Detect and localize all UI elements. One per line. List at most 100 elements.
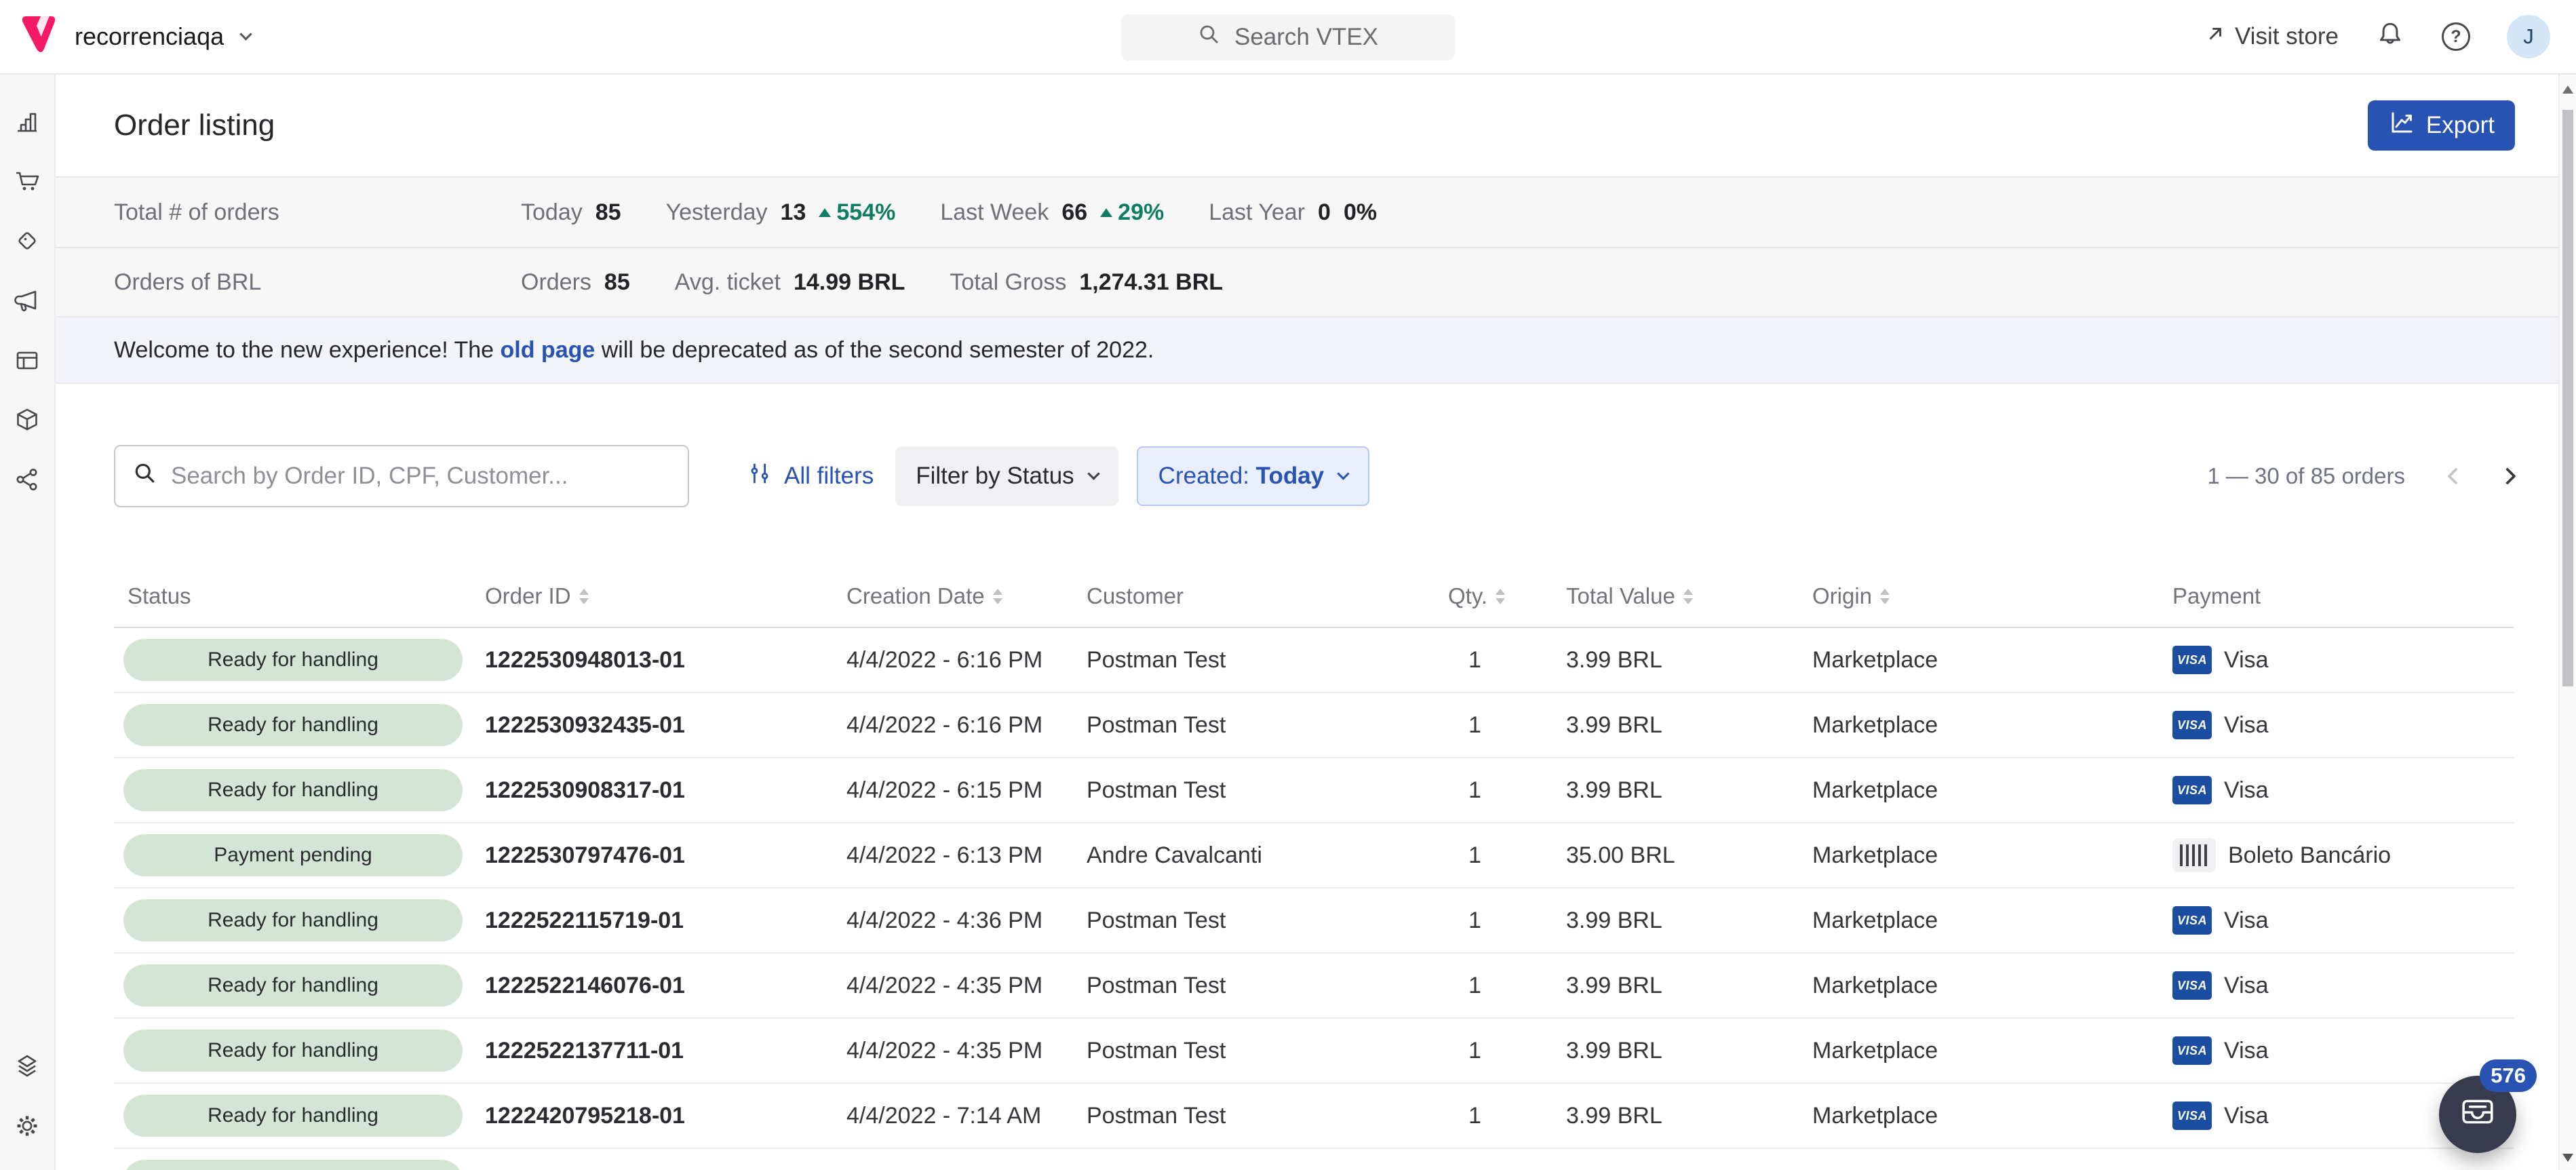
sidebar-item-cart[interactable] <box>13 167 41 195</box>
table-row[interactable]: Ready for handling 1222420795218-01 4/4/… <box>114 1084 2514 1149</box>
previous-page-button[interactable] <box>2447 467 2464 484</box>
stat-metric: Last Year 0 0% <box>1209 199 1377 226</box>
payment-cell: VISA Visa <box>2166 906 2514 935</box>
stat-metric: Avg. ticket 14.99 BRL <box>675 269 905 296</box>
table-row[interactable]: Payment pending 1222530797476-01 4/4/202… <box>114 823 2514 889</box>
payment-label: Visa <box>2224 712 2269 739</box>
total-value-cell: 3.99 BRL <box>1559 1038 1806 1064</box>
creation-date-cell: 4/4/2022 - 4:35 PM <box>840 973 1080 999</box>
stats-row-label: Orders of BRL <box>56 269 521 296</box>
customer-cell: Andre Cavalcanti <box>1080 842 1441 869</box>
order-id-cell: 1222522137711-01 <box>478 1038 840 1064</box>
column-header[interactable]: Order ID <box>478 583 840 609</box>
table-row[interactable]: Ready for handling 1222522115719-01 4/4/… <box>114 889 2514 954</box>
origin-cell: Marketplace <box>1806 908 2166 934</box>
page-title: Order listing <box>114 109 275 142</box>
share-icon <box>13 465 41 494</box>
table-row[interactable]: Ready for handling 1222522137711-01 4/4/… <box>114 1019 2514 1084</box>
megaphone-icon <box>13 286 41 315</box>
table-row[interactable]: Ready for handling 1222522146076-01 4/4/… <box>114 954 2514 1019</box>
global-search[interactable]: Search VTEX <box>1121 14 1455 60</box>
order-id-cell: 1222530797476-01 <box>478 842 840 869</box>
sidebar-item-layout[interactable] <box>13 346 41 374</box>
payment-cell: VISA Visa <box>2166 776 2514 804</box>
table-row[interactable]: Ready for handling 1222530908317-01 4/4/… <box>114 758 2514 823</box>
sidebar-item-share[interactable] <box>13 465 41 494</box>
sidebar-item-layers[interactable] <box>13 1052 41 1080</box>
status-cell: Ready for handling <box>114 1095 478 1137</box>
total-value-cell: 3.99 BRL <box>1559 973 1806 999</box>
creation-date-cell: 4/4/2022 - 6:13 PM <box>840 842 1080 869</box>
status-badge <box>123 1160 463 1170</box>
all-filters-button[interactable]: All filters <box>746 460 874 493</box>
main-content: Order listing Export Total # of orders T… <box>56 75 2576 1170</box>
payment-label: Visa <box>2224 908 2269 934</box>
filter-by-status-chip[interactable]: Filter by Status <box>895 446 1118 506</box>
sidebar-item-bar-chart[interactable] <box>13 107 41 136</box>
vertical-scrollbar[interactable] <box>2558 75 2576 1170</box>
created-filter-chip[interactable]: Created: Today <box>1137 446 1369 506</box>
sidebar-item-box[interactable] <box>13 406 41 434</box>
order-id-cell: 1222522115719-01 <box>478 908 840 934</box>
qty-cell: 1 <box>1441 712 1559 739</box>
qty-cell: 1 <box>1441 908 1559 934</box>
orders-table: Status Order ID Creation Date Customer Q… <box>114 566 2514 1170</box>
status-cell: Ready for handling <box>114 1030 478 1072</box>
barcode-icon <box>2172 838 2216 872</box>
order-search-input[interactable] <box>171 463 673 490</box>
column-header[interactable]: Total Value <box>1559 583 1806 609</box>
payment-cell: VISA Visa <box>2166 971 2514 1000</box>
column-header[interactable]: Qty. <box>1441 583 1559 609</box>
table-row[interactable]: Ready for handling 1222530932435-01 4/4/… <box>114 693 2514 758</box>
column-header[interactable]: Payment <box>2166 583 2514 609</box>
account-switcher[interactable]: recorrenciaqa <box>0 14 250 60</box>
payment-label: Visa <box>2224 647 2269 674</box>
payment-label: Visa <box>2224 973 2269 999</box>
stats-row-label: Total # of orders <box>56 199 521 226</box>
export-button[interactable]: Export <box>2368 100 2515 151</box>
column-header[interactable]: Creation Date <box>840 583 1080 609</box>
customer-cell: Postman Test <box>1080 777 1441 804</box>
scroll-down-arrow-icon[interactable] <box>2562 1154 2573 1162</box>
stats-panel: Total # of orders Today 85 Yesterday 13 … <box>56 176 2576 317</box>
column-header[interactable]: Status <box>114 583 478 609</box>
visa-icon: VISA <box>2172 906 2212 935</box>
avatar[interactable]: J <box>2507 15 2550 58</box>
gear-icon <box>13 1112 41 1140</box>
stat-metric: Yesterday 13 554% <box>666 199 896 226</box>
origin-cell: Marketplace <box>1806 1103 2166 1129</box>
delta-badge: 554% <box>819 199 895 226</box>
column-header[interactable]: Customer <box>1080 583 1441 609</box>
bar-chart-icon <box>13 107 41 136</box>
sidebar-item-settings[interactable] <box>13 1112 41 1140</box>
status-badge: Ready for handling <box>123 964 463 1007</box>
triangle-up-icon <box>1100 208 1112 217</box>
status-badge: Ready for handling <box>123 769 463 811</box>
qty-cell: 1 <box>1441 1038 1559 1064</box>
inbox-fab-button[interactable]: 576 <box>2439 1076 2516 1153</box>
scroll-up-arrow-icon[interactable] <box>2562 85 2573 94</box>
notifications-bell-icon[interactable] <box>2375 19 2405 55</box>
qty-cell: 1 <box>1441 842 1559 869</box>
layers-icon <box>13 1052 41 1080</box>
old-page-link[interactable]: old page <box>501 337 596 363</box>
fab-count-badge: 576 <box>2480 1059 2537 1092</box>
stat-metric: Total Gross 1,274.31 BRL <box>950 269 1223 296</box>
visa-icon: VISA <box>2172 1101 2212 1130</box>
table-row-partial[interactable] <box>114 1149 2514 1170</box>
column-header[interactable]: Origin <box>1806 583 2166 609</box>
status-cell: Ready for handling <box>114 899 478 941</box>
qty-cell: 1 <box>1441 777 1559 804</box>
stat-metric: Orders 85 <box>521 269 630 296</box>
order-id-cell: 1222420795218-01 <box>478 1103 840 1129</box>
sidebar-item-megaphone[interactable] <box>13 286 41 315</box>
status-badge: Ready for handling <box>123 704 463 746</box>
table-row[interactable]: Ready for handling 1222530948013-01 4/4/… <box>114 628 2514 693</box>
payment-cell: VISA Visa <box>2166 1036 2514 1065</box>
help-icon[interactable]: ? <box>2442 22 2470 51</box>
next-page-button[interactable] <box>2499 467 2516 484</box>
sidebar-item-tag[interactable] <box>13 227 41 255</box>
payment-label: Visa <box>2224 1038 2269 1064</box>
scrollbar-thumb[interactable] <box>2562 110 2573 686</box>
visit-store-link[interactable]: Visit store <box>2205 23 2339 50</box>
